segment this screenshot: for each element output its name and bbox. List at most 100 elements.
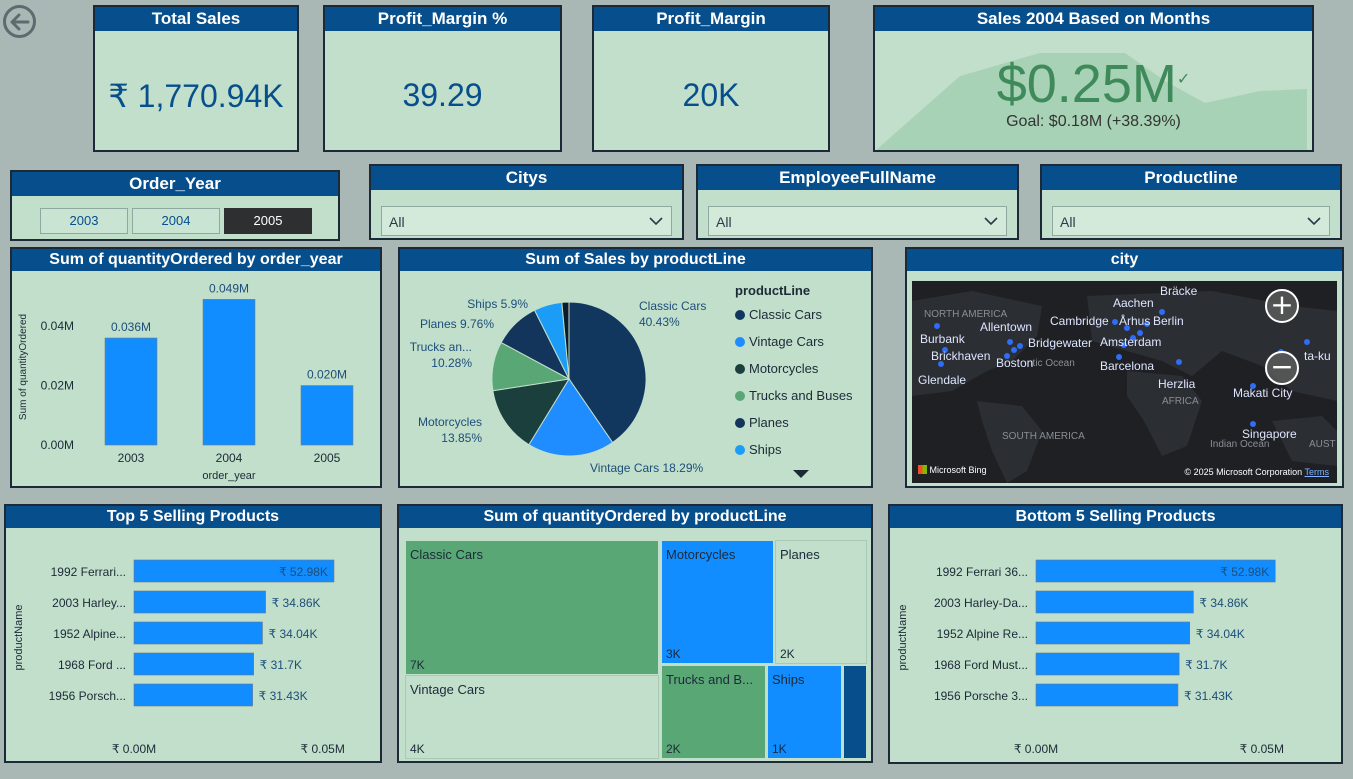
slicer-order-year: Order_Year 2003 2004 2005 [10, 170, 340, 241]
slicer-title: Order_Year [12, 172, 338, 196]
bar-2003 [104, 337, 158, 446]
y-tick-label: 0.02M [41, 379, 74, 393]
y-tick-label: 1992 Ferrari... [51, 565, 126, 579]
treemap-label: Planes [780, 547, 820, 562]
city-label: Brickhaven [931, 349, 991, 363]
city-label: Bräcke [1160, 284, 1198, 298]
year-option-2003[interactable]: 2003 [40, 208, 128, 234]
y-tick-label: 0.00M [41, 438, 74, 452]
hbar-chart-svg: 1992 Ferrari 36... ₹ 52.98K 2003 Harley-Da… [897, 559, 1284, 762]
treemap-cell-trucks-buses[interactable]: Trucks and B... 2K [661, 665, 766, 759]
chart-title: Sum of quantityOrdered by productLine [399, 506, 871, 528]
y-tick-label: 0.04M [41, 319, 74, 333]
hbar-5 [133, 683, 253, 707]
data-label: ₹ 52.98K [279, 565, 328, 579]
city-marker[interactable] [1112, 319, 1118, 325]
city-label: Århus [1119, 314, 1151, 328]
city-label: Cambridge [1050, 314, 1109, 328]
map-title: city [907, 249, 1342, 271]
kpi-title: Profit_Margin [594, 7, 828, 31]
terms-link[interactable]: Terms [1305, 467, 1330, 477]
data-label: ₹ 34.86K [1199, 596, 1248, 610]
legend-item[interactable]: Classic Cars [735, 307, 822, 322]
treemap-cell-classic-cars[interactable]: Classic Cars 7K [405, 540, 659, 675]
treemap-label: Motorcycles [666, 547, 736, 562]
legend-dot-icon [735, 310, 745, 320]
bar-2004 [202, 299, 256, 446]
dropdown-value: All [1060, 214, 1076, 230]
chart-top5-products: Top 5 Selling Products 1992 Ferrari... ₹ … [4, 504, 382, 763]
legend-item[interactable]: Planes [735, 415, 789, 430]
treemap-label: Vintage Cars [410, 682, 485, 697]
kpi-value-wrap: $0.25M✓ [875, 53, 1312, 115]
chevron-down-icon [649, 217, 663, 226]
kpi-title: Profit_Margin % [325, 7, 560, 31]
kpi-profit-margin-pct: Profit_Margin % 39.29 [323, 5, 562, 152]
x-tick-label: 2005 [314, 451, 341, 465]
pie-data-label: Ships 5.9% [467, 297, 528, 311]
data-label: ₹ 34.04K [1196, 627, 1245, 641]
data-label: ₹ 31.7K [260, 658, 302, 672]
slicer-productline: Productline All [1040, 164, 1342, 240]
productline-dropdown[interactable]: All [1052, 206, 1330, 236]
bing-attribution: Microsoft Bing [918, 465, 987, 475]
map-canvas[interactable]: NORTH AMERICA AFRICA SOUTH AMERICA ntic … [912, 281, 1337, 483]
legend-item[interactable]: Ships [735, 442, 782, 457]
treemap-cell-ships[interactable]: Ships 1K [767, 665, 842, 759]
legend-item[interactable]: Motorcycles [735, 361, 818, 376]
city-label: Burbank [920, 332, 965, 346]
hbar-2 [133, 590, 266, 614]
legend-scroll-down-icon[interactable] [792, 468, 810, 480]
slicer-title: Productline [1042, 166, 1340, 190]
hbar-4 [1035, 652, 1180, 676]
x-axis-label: Sum of Sales [1120, 761, 1186, 762]
x-tick-label: ₹ 0.05M [1240, 742, 1284, 756]
y-tick-label: 1968 Ford Must... [934, 658, 1028, 672]
treemap-cell-trains[interactable] [843, 665, 867, 759]
legend-label: Classic Cars [749, 307, 822, 322]
region-label: AUST [1309, 439, 1336, 450]
bar-chart-svg: 0.00M 0.02M 0.04M 0.036M 2003 0.049M 2004 0.020… [18, 281, 354, 482]
city-marker[interactable] [1011, 347, 1017, 353]
city-marker[interactable] [1176, 359, 1182, 365]
data-label: ₹ 31.43K [259, 689, 308, 703]
data-label: 0.049M [209, 281, 249, 295]
chart-title: Sum of quantityOrdered by order_year [12, 249, 380, 271]
legend-label: Trucks and Buses [749, 388, 853, 403]
hbar-2 [1035, 590, 1194, 614]
treemap-cell-planes[interactable]: Planes 2K [775, 540, 867, 664]
kpi-sales-2004: Sales 2004 Based on Months $0.25M✓ Goal:… [873, 5, 1314, 152]
y-axis-label: productName [13, 604, 25, 670]
treemap-cell-vintage-cars[interactable]: Vintage Cars 4K [405, 675, 659, 759]
region-label: SOUTH AMERICA [1002, 431, 1085, 442]
slicer-title: Citys [371, 166, 682, 190]
treemap-label: Trucks and B... [666, 672, 753, 687]
zoom-in-button[interactable]: + [1265, 289, 1299, 323]
year-option-2004[interactable]: 2004 [132, 208, 220, 234]
citys-dropdown[interactable]: All [381, 206, 672, 236]
employee-dropdown[interactable]: All [708, 206, 1007, 236]
treemap-value: 2K [780, 647, 795, 661]
back-button[interactable] [3, 5, 36, 38]
hbar-3 [1035, 621, 1191, 645]
pie-data-label: Vintage Cars 18.29% [590, 461, 704, 475]
legend-dot-icon [735, 391, 745, 401]
year-option-2005[interactable]: 2005 [224, 208, 312, 234]
pie-data-label: Motorcycles [418, 415, 482, 429]
city-marker[interactable] [1304, 339, 1310, 345]
legend-item[interactable]: Vintage Cars [735, 334, 824, 349]
legend-item[interactable]: Trucks and Buses [735, 388, 853, 403]
treemap-value: 1K [772, 742, 787, 756]
city-marker[interactable] [934, 323, 940, 329]
y-tick-label: 1952 Alpine Re... [937, 627, 1028, 641]
y-axis-label: Sum of quantityOrdered [18, 314, 29, 420]
treemap-cell-motorcycles[interactable]: Motorcycles 3K [661, 540, 774, 664]
chart-quantity-by-year: Sum of quantityOrdered by order_year 0.0… [10, 247, 382, 488]
city-label: Allentown [980, 320, 1033, 334]
city-marker[interactable] [1017, 343, 1023, 349]
city-marker[interactable] [1007, 339, 1013, 345]
data-label: ₹ 34.04K [268, 627, 317, 641]
pie-chart-svg: Classic Cars 40.43% Vintage Cars 18.29% Mot… [410, 297, 707, 475]
city-label: Aachen [1113, 296, 1154, 310]
zoom-out-button[interactable]: − [1265, 351, 1299, 385]
